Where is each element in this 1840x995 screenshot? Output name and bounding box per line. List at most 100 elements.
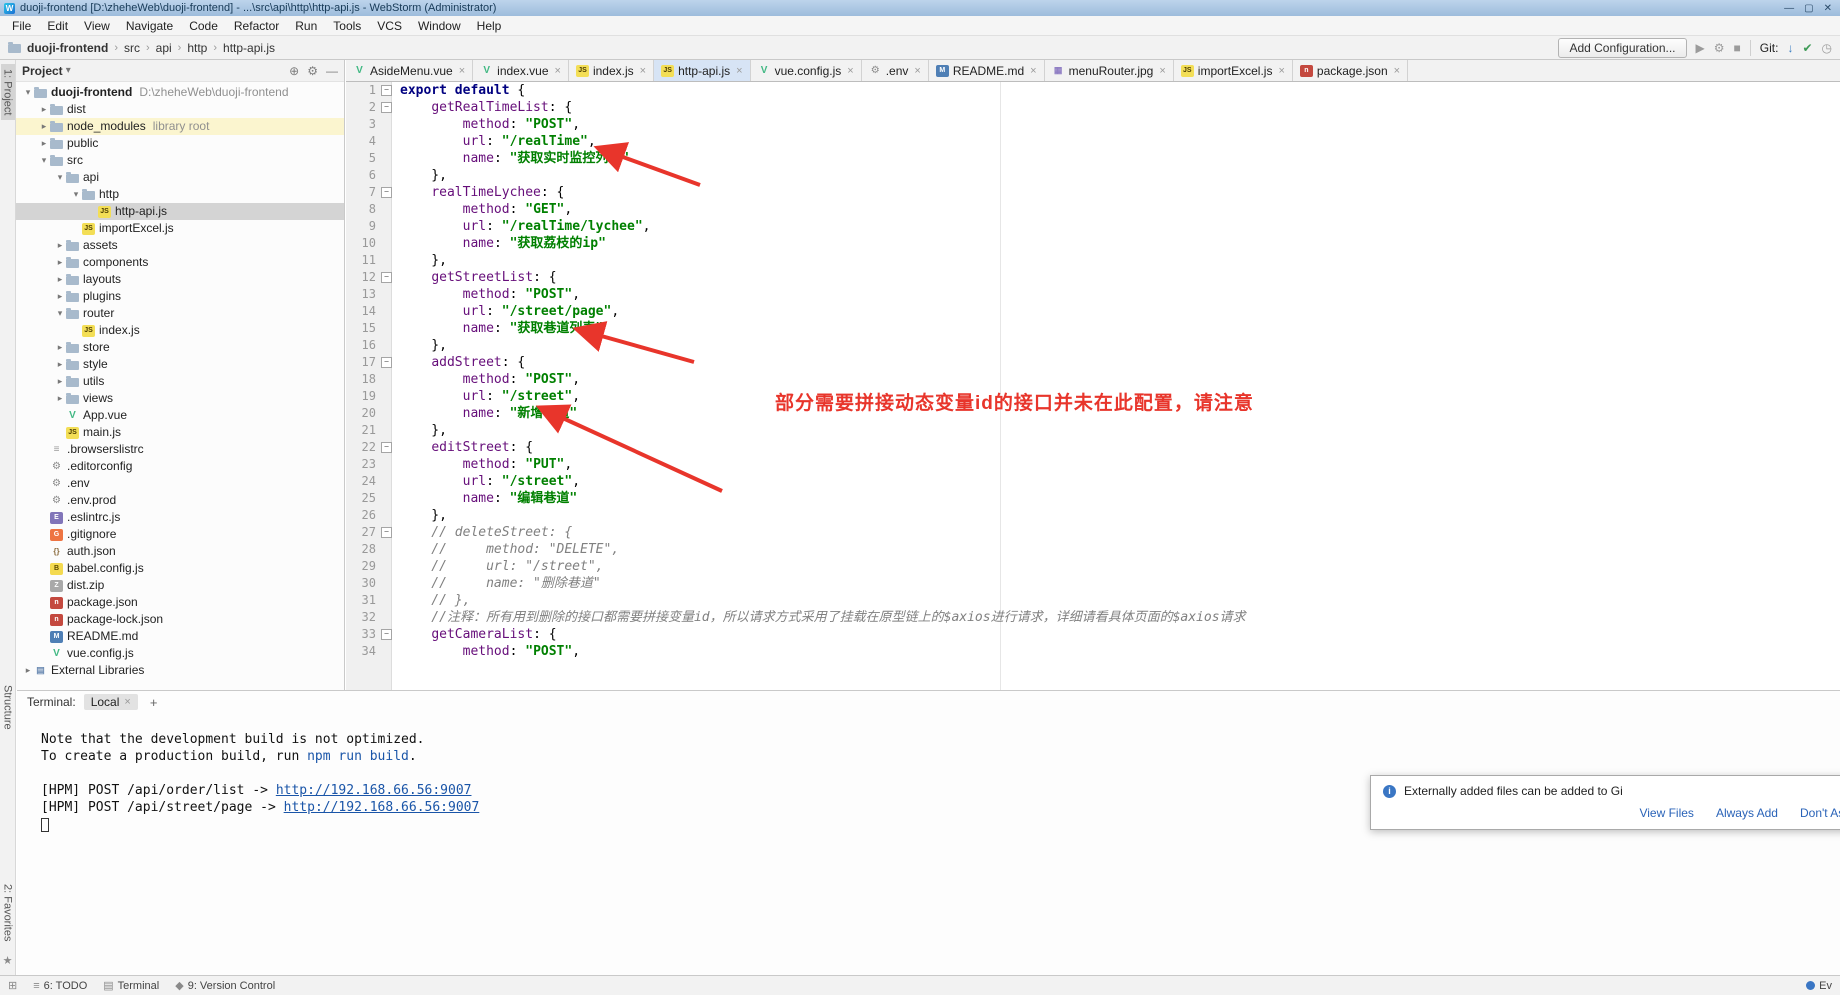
menu-tools[interactable]: Tools — [325, 17, 369, 35]
notification-action-view-files[interactable]: View Files — [1639, 806, 1693, 820]
tree-item-index.js[interactable]: JSindex.js — [16, 322, 344, 339]
run-icon[interactable]: ▶ — [1696, 41, 1705, 55]
editor-tab-importExcel.js[interactable]: JSimportExcel.js× — [1174, 60, 1293, 81]
code-line[interactable]: 12 getStreetList: { — [346, 269, 1840, 286]
tab-close-icon[interactable]: × — [847, 65, 853, 77]
tree-item-style[interactable]: ▸style — [16, 356, 344, 373]
editor-tab-vue.config.js[interactable]: Vvue.config.js× — [751, 60, 862, 81]
tree-item-App.vue[interactable]: VApp.vue — [16, 407, 344, 424]
tree-item-auth.json[interactable]: {}auth.json — [16, 543, 344, 560]
code-line[interactable]: 9 url: "/realTime/lychee", — [346, 218, 1840, 235]
code-line[interactable]: 28 // method: "DELETE", — [346, 541, 1840, 558]
editor-tab-README.md[interactable]: MREADME.md× — [929, 60, 1045, 81]
hide-panel-icon[interactable]: — — [326, 64, 338, 78]
editor-tab-index.vue[interactable]: Vindex.vue× — [473, 60, 569, 81]
tree-item-router[interactable]: ▾router — [16, 305, 344, 322]
tree-item-utils[interactable]: ▸utils — [16, 373, 344, 390]
tree-collapsed-icon[interactable]: ▸ — [38, 135, 50, 152]
tree-item-importExcel.js[interactable]: JSimportExcel.js — [16, 220, 344, 237]
tab-close-icon[interactable]: × — [1159, 65, 1165, 77]
code-line[interactable]: 21 }, — [346, 422, 1840, 439]
tree-item-package-lock.json[interactable]: npackage-lock.json — [16, 611, 344, 628]
tree-item-babel.config.js[interactable]: Bbabel.config.js — [16, 560, 344, 577]
locate-file-icon[interactable]: ⊕ — [289, 64, 299, 78]
tree-item-plugins[interactable]: ▸plugins — [16, 288, 344, 305]
statusbar-item-9-version-control[interactable]: ◆9: Version Control — [175, 979, 275, 992]
event-log-icon[interactable] — [1806, 981, 1815, 990]
tree-collapsed-icon[interactable]: ▸ — [54, 339, 66, 356]
code-editor[interactable]: 1export default {2 getRealTimeList: {3 m… — [346, 82, 1840, 690]
menu-code[interactable]: Code — [181, 17, 226, 35]
code-line[interactable]: 13 method: "POST", — [346, 286, 1840, 303]
code-line[interactable]: 10 name: "获取荔枝的ip" — [346, 235, 1840, 252]
tree-expanded-icon[interactable]: ▾ — [38, 152, 50, 169]
code-line[interactable]: 14 url: "/street/page", — [346, 303, 1840, 320]
tree-item-.env[interactable]: ⚙.env — [16, 475, 344, 492]
code-line[interactable]: 26 }, — [346, 507, 1840, 524]
code-line[interactable]: 4 url: "/realTime", — [346, 133, 1840, 150]
tab-close-icon[interactable]: × — [914, 65, 920, 77]
fold-marker-icon[interactable] — [380, 82, 392, 99]
editor-tab-index.js[interactable]: JSindex.js× — [569, 60, 654, 81]
debug-icon[interactable]: ⚙ — [1714, 41, 1725, 55]
menu-window[interactable]: Window — [410, 17, 469, 35]
code-line[interactable]: 34 method: "POST", — [346, 643, 1840, 660]
menu-help[interactable]: Help — [469, 17, 510, 35]
code-line[interactable]: 24 url: "/street", — [346, 473, 1840, 490]
breadcrumb-item[interactable]: src — [121, 40, 143, 56]
terminal-tab-close-icon[interactable]: × — [124, 696, 130, 708]
code-line[interactable]: 29 // url: "/street", — [346, 558, 1840, 575]
editor-tab-AsideMenu.vue[interactable]: VAsideMenu.vue× — [346, 60, 473, 81]
git-update-icon[interactable]: ↓ — [1787, 41, 1793, 55]
history-icon[interactable]: ◷ — [1822, 41, 1832, 55]
menu-refactor[interactable]: Refactor — [226, 17, 287, 35]
tool-window-toggle-icon[interactable]: ⊞ — [8, 979, 17, 992]
tab-close-icon[interactable]: × — [736, 65, 742, 77]
tree-item-layouts[interactable]: ▸layouts — [16, 271, 344, 288]
code-line[interactable]: 7 realTimeLychee: { — [346, 184, 1840, 201]
chevron-down-icon[interactable]: ▾ — [66, 65, 71, 76]
menu-edit[interactable]: Edit — [39, 17, 76, 35]
breadcrumb-item[interactable]: http-api.js — [220, 40, 278, 56]
fold-marker-icon[interactable] — [380, 99, 392, 116]
editor-tab-http-api.js[interactable]: JShttp-api.js× — [654, 60, 750, 81]
tree-item-api[interactable]: ▾api — [16, 169, 344, 186]
code-line[interactable]: 30 // name: "删除巷道" — [346, 575, 1840, 592]
tree-item-.eslintrc.js[interactable]: E.eslintrc.js — [16, 509, 344, 526]
code-line[interactable]: 5 name: "获取实时监控列表" — [346, 150, 1840, 167]
code-line[interactable]: 31 // }, — [346, 592, 1840, 609]
notification-action-always-add[interactable]: Always Add — [1716, 806, 1778, 820]
close-icon[interactable]: ✕ — [1824, 3, 1832, 14]
code-line[interactable]: 17 addStreet: { — [346, 354, 1840, 371]
tree-item-.gitignore[interactable]: G.gitignore — [16, 526, 344, 543]
tool-window-structure[interactable]: Structure — [1, 680, 15, 735]
tab-close-icon[interactable]: × — [640, 65, 646, 77]
tree-item-assets[interactable]: ▸assets — [16, 237, 344, 254]
breadcrumb-item[interactable]: api — [153, 40, 175, 56]
tree-item-store[interactable]: ▸store — [16, 339, 344, 356]
terminal-link[interactable]: http://192.168.66.56:9007 — [276, 783, 472, 798]
gear-icon[interactable]: ⚙ — [307, 64, 318, 78]
notification-action-don-t-ask-agai[interactable]: Don't Ask Agai — [1800, 806, 1840, 820]
tree-item-public[interactable]: ▸public — [16, 135, 344, 152]
tree-item-package.json[interactable]: npackage.json — [16, 594, 344, 611]
terminal-link[interactable]: http://192.168.66.56:9007 — [284, 800, 480, 815]
code-line[interactable]: 25 name: "编辑巷道" — [346, 490, 1840, 507]
event-log-label[interactable]: Ev — [1819, 980, 1832, 992]
terminal-tab-local[interactable]: Local × — [84, 694, 138, 710]
code-line[interactable]: 33 getCameraList: { — [346, 626, 1840, 643]
tree-item-.env.prod[interactable]: ⚙.env.prod — [16, 492, 344, 509]
menu-vcs[interactable]: VCS — [369, 17, 410, 35]
tree-expanded-icon[interactable]: ▾ — [22, 84, 34, 101]
tree-collapsed-icon[interactable]: ▸ — [54, 288, 66, 305]
tab-close-icon[interactable]: × — [1394, 65, 1400, 77]
new-terminal-session-icon[interactable]: + — [146, 695, 162, 710]
tree-item-dist.zip[interactable]: Zdist.zip — [16, 577, 344, 594]
minimize-icon[interactable]: — — [1784, 3, 1794, 14]
statusbar-item-6-todo[interactable]: ≡6: TODO — [33, 979, 87, 992]
editor-tab-package.json[interactable]: npackage.json× — [1293, 60, 1408, 81]
tree-item-http[interactable]: ▾http — [16, 186, 344, 203]
menu-run[interactable]: Run — [287, 17, 325, 35]
code-line[interactable]: 16 }, — [346, 337, 1840, 354]
tree-item-node_modules[interactable]: ▸node_moduleslibrary root — [16, 118, 344, 135]
